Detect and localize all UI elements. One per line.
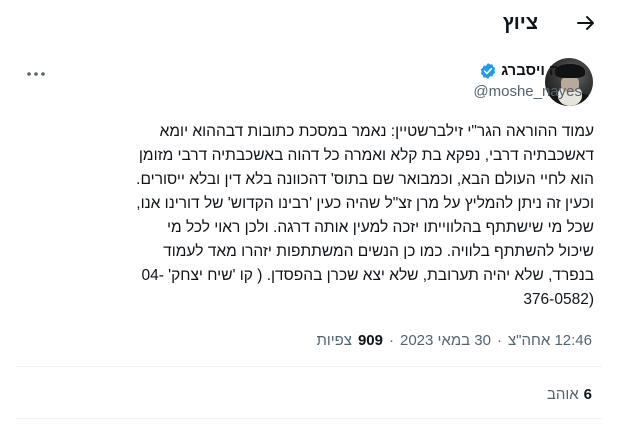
divider — [16, 366, 602, 367]
likes-label: אוהב — [546, 386, 579, 403]
author-display-name[interactable]: משה ויסברג — [501, 61, 582, 81]
author-handle[interactable]: @moshe_nayes — [473, 82, 582, 102]
meta-separator: · — [388, 332, 394, 349]
tweet-text: עמוד ההוראה הגר"י זילברשטיין: נאמר במסכת… — [136, 123, 594, 308]
page-header: ציוץ — [0, 0, 626, 46]
arrow-right-icon — [577, 16, 594, 30]
likes-count: 6 — [583, 386, 592, 403]
author-name-block: משה ויסברג @moshe_nayes — [473, 61, 582, 102]
more-button[interactable] — [24, 64, 48, 84]
page-title: ציוץ — [502, 12, 538, 34]
tweet-author: משה ויסברג @moshe_nayes — [0, 56, 626, 110]
views-label: צפיות — [316, 332, 352, 349]
divider — [16, 418, 602, 419]
likes-link[interactable]: 6 אוהב — [547, 384, 592, 406]
tweet-meta: 12:46 אחה"צ · 30 במאי 2023 · 909 צפיות — [0, 330, 626, 352]
views-count: 909 — [357, 332, 383, 349]
tweet-date[interactable]: 30 במאי 2023 — [400, 330, 491, 352]
back-button[interactable] — [574, 11, 598, 35]
verified-badge-icon — [480, 63, 496, 79]
meta-separator: · — [496, 332, 502, 349]
tweet-time[interactable]: 12:46 אחה"צ — [508, 330, 592, 352]
more-horizontal-icon — [27, 72, 45, 76]
